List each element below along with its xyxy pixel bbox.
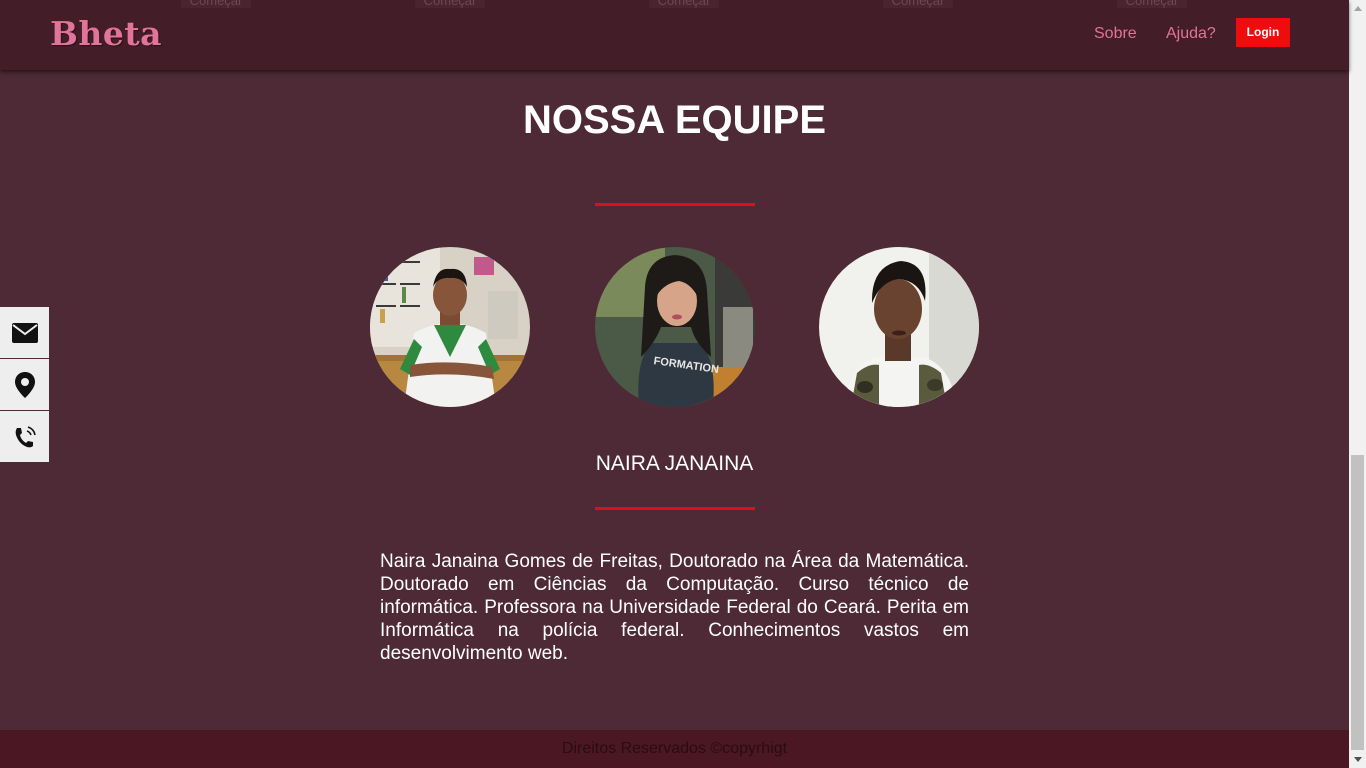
caret-up-icon xyxy=(1353,6,1362,11)
scroll-down-arrow[interactable] xyxy=(1349,751,1366,768)
ghost-start-button: Começar xyxy=(415,0,485,8)
footer-copyright: Direitos Reservados ©copyrhigt xyxy=(561,740,788,757)
scrollbar-thumb[interactable] xyxy=(1351,455,1364,750)
site-logo[interactable]: Bheta xyxy=(50,14,162,53)
caret-down-icon xyxy=(1353,757,1362,762)
envelope-icon xyxy=(11,322,38,343)
hidden-cta-row: Começar Começar Começar Começar Começar xyxy=(0,0,1349,8)
member-photo-1 xyxy=(370,247,530,407)
section-title: NOSSA EQUIPE xyxy=(522,98,827,142)
member-name: NAIRA JANAINA xyxy=(595,452,754,475)
member-photo-2: FORMATION xyxy=(595,247,755,407)
member-photo-3 xyxy=(819,247,979,407)
ghost-start-button: Começar xyxy=(181,0,251,8)
map-marker-icon xyxy=(14,371,35,398)
phone-icon xyxy=(15,425,36,447)
team-member-avatar-3[interactable] xyxy=(819,247,979,407)
email-button[interactable] xyxy=(0,307,49,358)
team-member-avatar-1[interactable] xyxy=(370,247,530,407)
page-scrollbar[interactable] xyxy=(1349,0,1366,768)
ghost-start-button: Começar xyxy=(649,0,719,8)
title-divider xyxy=(595,203,755,206)
scroll-up-arrow[interactable] xyxy=(1349,0,1366,17)
login-button[interactable]: Login xyxy=(1236,18,1290,47)
ghost-start-button: Começar xyxy=(883,0,953,8)
member-bio: Naira Janaina Gomes de Freitas, Doutorad… xyxy=(380,551,969,664)
contact-side-bar xyxy=(0,307,49,463)
nav-link-sobre[interactable]: Sobre xyxy=(1094,25,1137,43)
location-button[interactable] xyxy=(0,359,49,410)
top-navbar: Começar Começar Começar Começar Começar … xyxy=(0,0,1349,70)
footer: Direitos Reservados ©copyrhigt xyxy=(0,730,1349,768)
name-divider xyxy=(595,507,755,510)
team-member-avatar-2[interactable]: FORMATION xyxy=(595,247,755,407)
nav-link-ajuda[interactable]: Ajuda? xyxy=(1166,25,1216,43)
phone-button[interactable] xyxy=(0,411,49,462)
ghost-start-button: Começar xyxy=(1117,0,1187,8)
